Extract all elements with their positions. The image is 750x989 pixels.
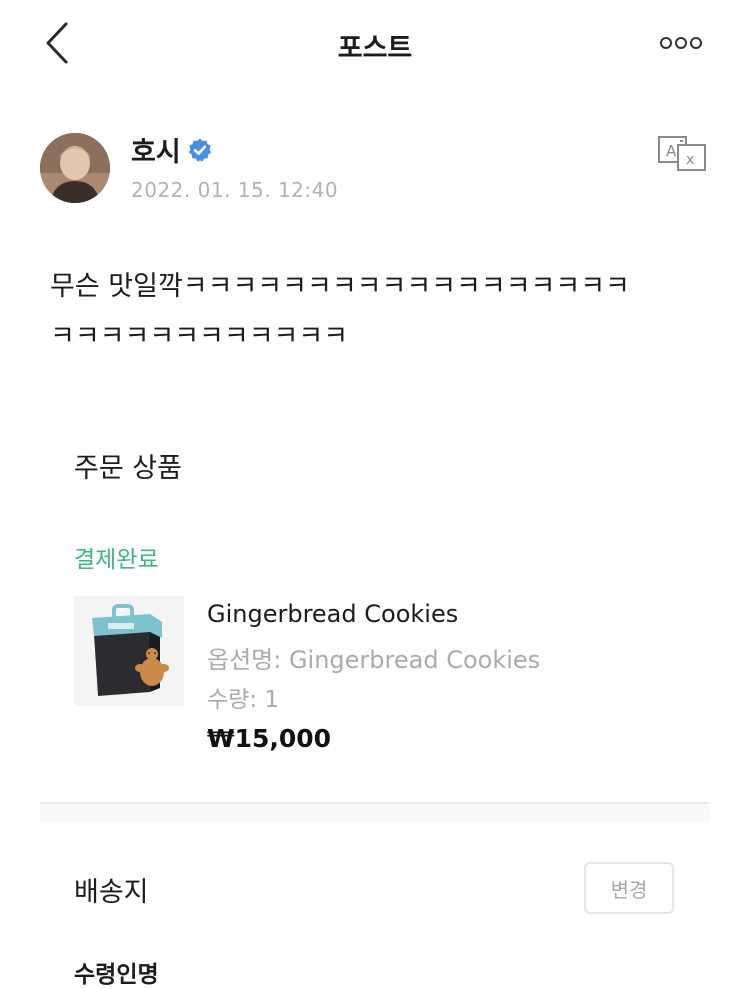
product-price: ₩15,000 <box>207 724 332 753</box>
avatar[interactable] <box>40 133 110 203</box>
shipping-section-title: 배송지 <box>74 877 149 908</box>
product-name[interactable]: Gingerbread Cookies <box>207 600 458 628</box>
order-section-title: 주문 상품 <box>74 453 182 484</box>
section-divider-band <box>40 804 710 822</box>
svg-text:A: A <box>666 142 677 160</box>
post-timestamp: 2022. 01. 15. 12:40 <box>131 178 339 202</box>
translate-button[interactable]: A x <box>656 135 708 171</box>
post-body-text: 무슨 맛일깍ㅋㅋㅋㅋㅋㅋㅋㅋㅋㅋㅋㅋㅋㅋㅋㅋㅋㅋ ㅋㅋㅋㅋㅋㅋㅋㅋㅋㅋㅋㅋ <box>50 271 630 352</box>
product-image[interactable] <box>74 596 184 706</box>
product-quantity: 수량: 1 <box>207 687 280 713</box>
more-options-icon <box>675 37 687 49</box>
change-address-button[interactable]: 변경 <box>584 862 674 914</box>
page-title: 포스트 <box>337 33 413 64</box>
more-options-icon <box>690 37 702 49</box>
more-options-icon <box>660 37 672 49</box>
svg-text:x: x <box>686 152 694 168</box>
more-options-button[interactable] <box>660 28 720 58</box>
product-option: 옵션명: Gingerbread Cookies <box>207 646 541 674</box>
author-name[interactable]: 호시 <box>131 130 181 169</box>
verified-badge-icon <box>188 138 211 162</box>
receiver-name-label: 수령인명 <box>74 962 159 988</box>
avatar-image <box>40 133 110 203</box>
payment-status: 결제완료 <box>74 547 159 573</box>
top-bar: 포스트 <box>0 0 750 86</box>
translate-icon: A x <box>658 136 706 171</box>
product-photo <box>74 596 184 706</box>
author-row: 호시 <box>131 130 213 169</box>
